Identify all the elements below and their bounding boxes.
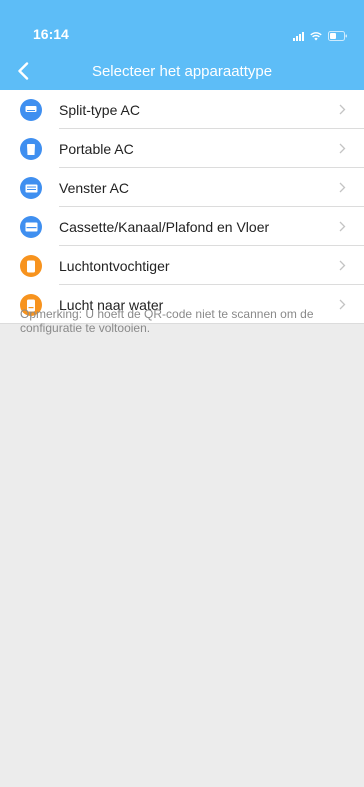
device-item-dehumidifier[interactable]: Luchtontvochtiger: [0, 246, 364, 285]
status-icons: [293, 29, 348, 41]
chevron-right-icon: [339, 221, 346, 232]
chevron-right-icon: [339, 260, 346, 271]
dehumidifier-icon: [20, 255, 42, 277]
battery-icon: [328, 31, 348, 41]
page-title: Selecteer het apparaattype: [91, 63, 273, 80]
device-item-portable-ac[interactable]: Portable AC: [0, 129, 364, 168]
device-type-screen: 16:14 Selecteer het apparaattype Split-t…: [0, 0, 364, 787]
portable-ac-icon: [20, 138, 42, 160]
device-item-split-ac[interactable]: Split-type AC: [0, 90, 364, 129]
device-item-label: Luchtontvochtiger: [59, 258, 170, 274]
window-ac-icon: [20, 177, 42, 199]
signal-icon: [293, 32, 304, 41]
device-item-cassette-ac[interactable]: Cassette/Kanaal/Plafond en Vloer: [0, 207, 364, 246]
chevron-right-icon: [339, 143, 346, 154]
status-time: 16:14: [33, 26, 69, 42]
wifi-icon: [310, 31, 322, 41]
device-item-label: Cassette/Kanaal/Plafond en Vloer: [59, 219, 270, 235]
cassette-ac-icon: [20, 216, 42, 238]
header: 16:14 Selecteer het apparaattype: [0, 0, 364, 90]
qr-code-note: Opmerking: U hoeft de QR-code niet te sc…: [20, 307, 314, 335]
device-item-window-ac[interactable]: Venster AC: [0, 168, 364, 207]
split-ac-icon: [20, 99, 42, 121]
status-bar: 16:14: [0, 0, 364, 52]
nav-bar: Selecteer het apparaattype: [0, 52, 364, 90]
device-type-list: Split-type AC Portable AC Venster AC Cas…: [0, 90, 364, 324]
chevron-right-icon: [339, 182, 346, 193]
chevron-right-icon: [339, 104, 346, 115]
device-item-label: Split-type AC: [59, 102, 140, 118]
device-item-label: Portable AC: [59, 141, 134, 157]
device-item-label: Venster AC: [59, 180, 130, 196]
